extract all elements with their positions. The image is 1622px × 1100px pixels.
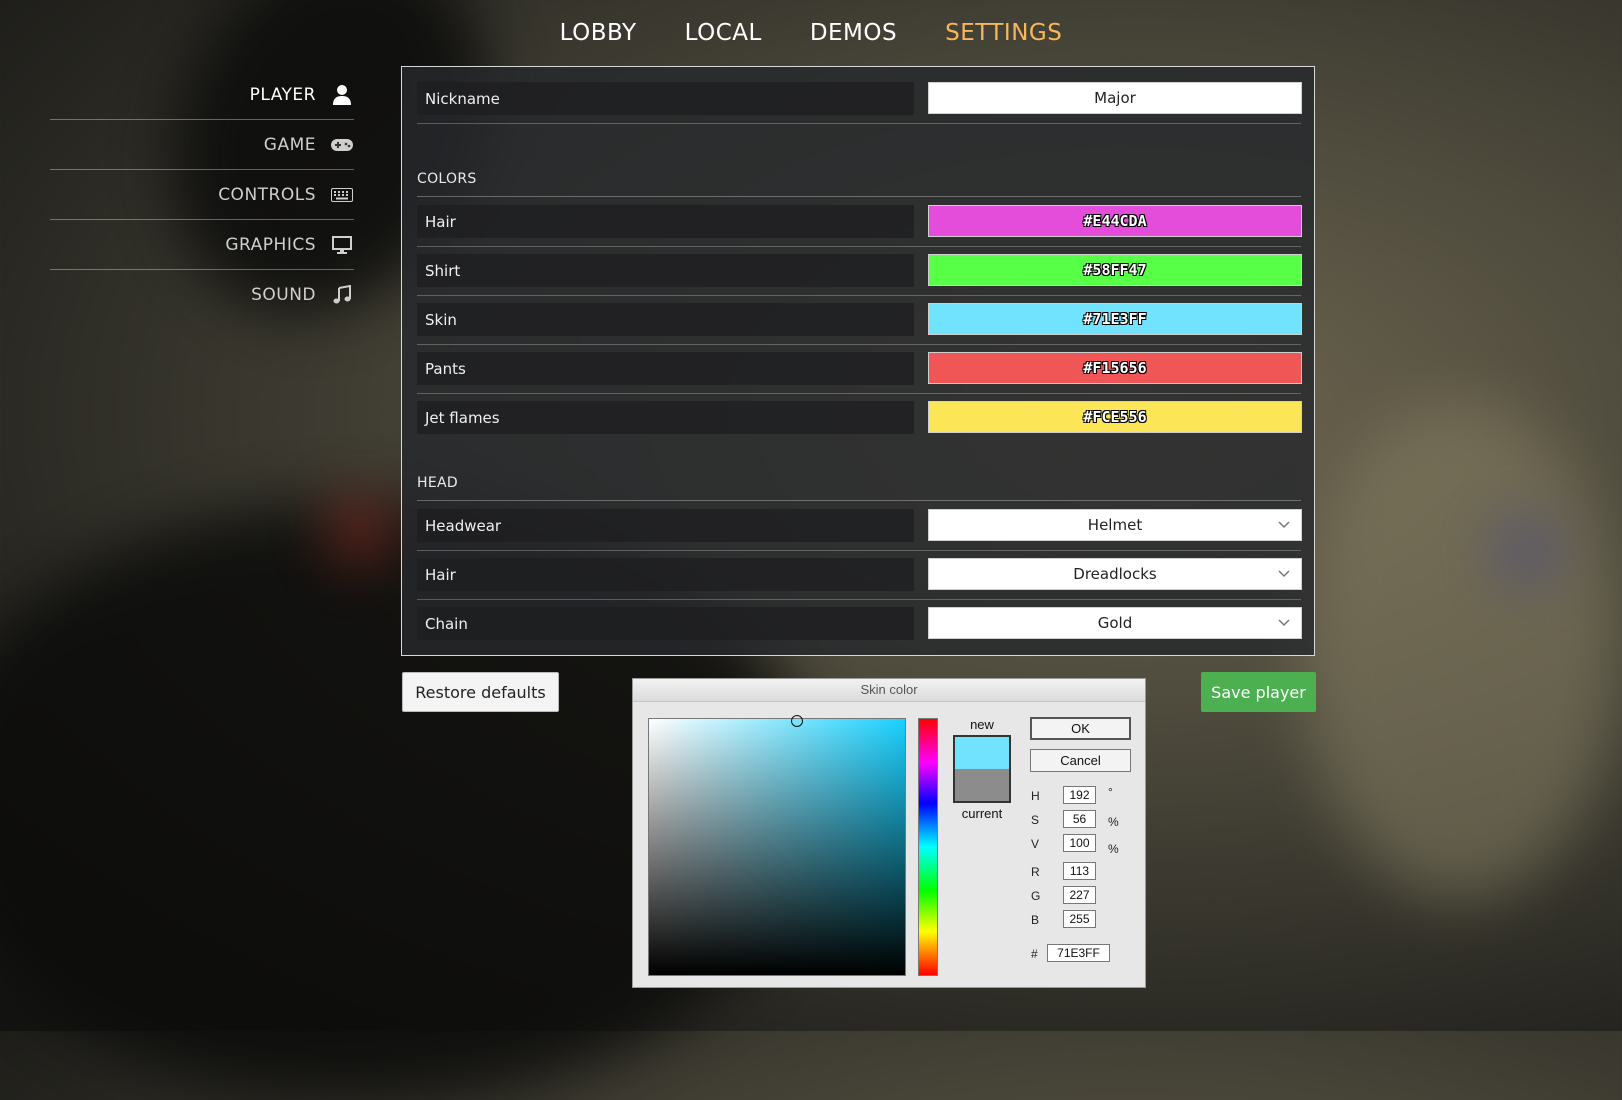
color-row-pants: Pants #F15656 (417, 345, 1302, 394)
color-row-label: Jet flames (417, 401, 914, 434)
dialog-title: Skin color (633, 679, 1145, 702)
monitor-icon (330, 233, 354, 257)
color-picker-dialog: Skin color new current OK Cancel H 192 °… (632, 678, 1146, 988)
current-color-label: current (961, 806, 1003, 821)
blue-input[interactable]: 255 (1063, 910, 1096, 928)
head-row-hair: Hair Dreadlocks (417, 551, 1302, 600)
tab-demos[interactable]: DEMOS (810, 20, 897, 46)
shirt-color-swatch[interactable]: #58FF47 (928, 254, 1302, 286)
ok-button[interactable]: OK (1030, 717, 1131, 740)
chevron-down-icon (1278, 619, 1290, 627)
saturation-label: S (1031, 813, 1040, 827)
hair-style-select[interactable]: Dreadlocks (928, 558, 1302, 590)
green-input[interactable]: 227 (1063, 886, 1096, 904)
color-row-label: Skin (417, 303, 914, 336)
keyboard-icon (330, 183, 354, 207)
tab-local[interactable]: LOCAL (685, 20, 762, 46)
top-nav: LOBBY LOCAL DEMOS SETTINGS (0, 20, 1622, 46)
chevron-down-icon (1278, 570, 1290, 578)
skin-color-swatch[interactable]: #71E3FF (928, 303, 1302, 335)
restore-defaults-button[interactable]: Restore defaults (402, 672, 559, 712)
color-row-label: Pants (417, 352, 914, 385)
sidebar-item-controls[interactable]: CONTROLS (50, 170, 354, 220)
sidebar-item-label: SOUND (251, 284, 316, 305)
cancel-button[interactable]: Cancel (1030, 749, 1131, 772)
color-preview (953, 735, 1011, 803)
percent-unit: % (1108, 842, 1119, 856)
red-input[interactable]: 113 (1063, 862, 1096, 880)
sidebar-item-game[interactable]: GAME (50, 120, 354, 170)
save-player-button[interactable]: Save player (1201, 672, 1316, 712)
sidebar-item-player[interactable]: PLAYER (50, 70, 354, 120)
head-row-headwear: Headwear Helmet (417, 502, 1302, 551)
hue-label: H (1031, 789, 1040, 803)
pants-color-swatch[interactable]: #F15656 (928, 352, 1302, 384)
color-row-label: Hair (417, 205, 914, 238)
nickname-input[interactable]: Major (928, 82, 1302, 114)
red-label: R (1031, 865, 1040, 879)
settings-sidebar: PLAYER GAME CONTROLS GRAPHICS SOUND (50, 70, 354, 319)
sidebar-item-label: GRAPHICS (225, 234, 316, 255)
color-row-jet-flames: Jet flames #FCE556 (417, 394, 1302, 443)
hue-input[interactable]: 192 (1063, 786, 1096, 804)
hex-label: # (1031, 947, 1038, 961)
value-input[interactable]: 100 (1063, 834, 1096, 852)
sidebar-item-graphics[interactable]: GRAPHICS (50, 220, 354, 270)
green-label: G (1031, 889, 1041, 903)
hue-slider[interactable] (918, 718, 938, 976)
blue-label: B (1031, 913, 1040, 927)
select-value: Dreadlocks (1073, 565, 1157, 583)
new-color-label: new (970, 717, 994, 732)
select-value: Gold (1097, 614, 1133, 632)
hair-color-swatch[interactable]: #E44CDA (928, 205, 1302, 237)
head-row-label: Headwear (417, 509, 914, 542)
sidebar-item-label: GAME (263, 134, 316, 155)
colors-heading: COLORS (417, 171, 1301, 197)
nickname-label: Nickname (417, 82, 914, 115)
head-row-label: Hair (417, 558, 914, 591)
nickname-row: Nickname Major (417, 75, 1302, 124)
gamepad-icon (330, 133, 354, 157)
color-row-hair: Hair #E44CDA (417, 198, 1302, 247)
user-icon (330, 83, 354, 107)
music-icon (330, 283, 354, 307)
color-row-skin: Skin #71E3FF (417, 296, 1302, 345)
value-label: V (1031, 837, 1040, 851)
chevron-down-icon (1278, 521, 1290, 529)
tab-settings[interactable]: SETTINGS (945, 20, 1062, 46)
color-cursor[interactable] (791, 715, 803, 727)
select-value: Helmet (1087, 516, 1143, 534)
degree-unit: ° (1108, 785, 1113, 799)
hex-input[interactable]: 71E3FF (1047, 944, 1110, 962)
color-row-shirt: Shirt #58FF47 (417, 247, 1302, 296)
jet-flames-color-swatch[interactable]: #FCE556 (928, 401, 1302, 433)
headwear-select[interactable]: Helmet (928, 509, 1302, 541)
chain-select[interactable]: Gold (928, 607, 1302, 639)
percent-unit: % (1108, 815, 1119, 829)
head-row-chain: Chain Gold (417, 600, 1302, 649)
color-row-label: Shirt (417, 254, 914, 287)
sidebar-item-sound[interactable]: SOUND (50, 270, 354, 319)
saturation-input[interactable]: 56 (1063, 810, 1096, 828)
current-color-swatch (955, 769, 1009, 801)
new-color-swatch (955, 737, 1009, 769)
sidebar-item-label: PLAYER (249, 84, 316, 105)
saturation-value-field[interactable] (648, 715, 906, 976)
head-heading: HEAD (417, 475, 1301, 501)
sidebar-item-label: CONTROLS (218, 184, 316, 205)
player-settings-panel: Nickname Major COLORS Hair #E44CDA Shirt… (401, 66, 1315, 656)
head-row-label: Chain (417, 607, 914, 640)
tab-lobby[interactable]: LOBBY (560, 20, 637, 46)
